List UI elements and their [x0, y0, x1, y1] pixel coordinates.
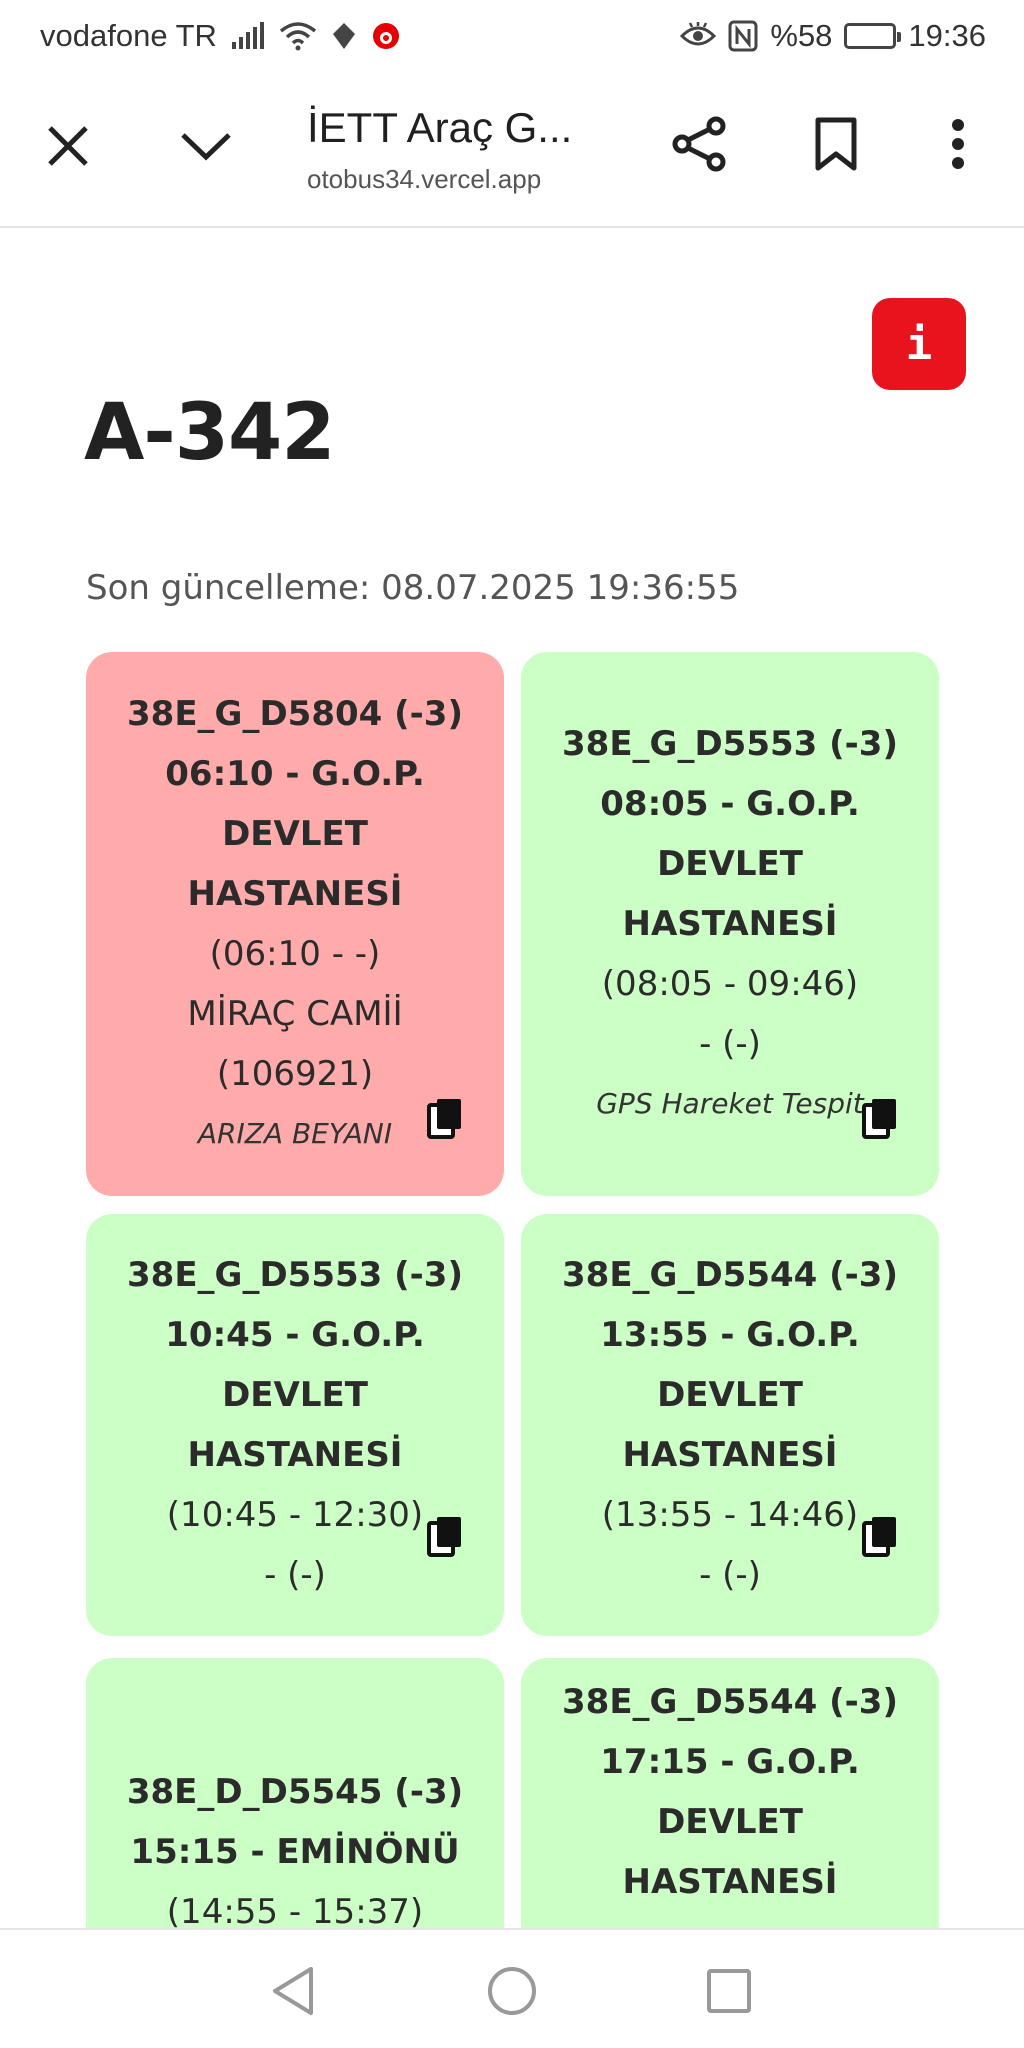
vodafone-icon	[371, 21, 401, 51]
trip-departure: 15:15 - EMİNÖNÜ	[130, 1832, 460, 1872]
copy-button[interactable]	[426, 1096, 466, 1140]
trip-destination: HASTANESİ	[622, 1862, 838, 1902]
more-vert-icon	[952, 119, 964, 169]
page-url[interactable]: otobus34.vercel.app	[307, 164, 541, 195]
trip-card: 38E_G_D5553 (-3) 10:45 - G.O.P. DEVLET H…	[86, 1214, 504, 1636]
copy-button[interactable]	[861, 1514, 901, 1558]
nav-home-button[interactable]	[477, 1956, 547, 2026]
trip-times: (06:10 - -)	[209, 934, 381, 974]
clock: 19:36	[908, 18, 986, 53]
last-update-text: Son güncelleme: 08.07.2025 19:36:55	[86, 568, 740, 608]
back-triangle-icon	[273, 1967, 313, 2015]
system-nav-bar	[0, 1928, 1024, 2048]
more-menu-button[interactable]	[938, 112, 978, 176]
home-circle-icon	[488, 1967, 536, 2015]
copy-icon	[862, 1517, 896, 1557]
chevron-down-icon	[181, 133, 231, 161]
data-saver-icon	[331, 21, 357, 51]
trip-departure: 08:05 - G.O.P.	[600, 784, 860, 824]
trip-card: 38E_G_D5544 (-3) 17:15 - G.O.P. DEVLET H…	[521, 1658, 939, 1928]
carrier-name: vodafone TR	[40, 18, 217, 53]
status-right: %58 19:36	[680, 18, 986, 54]
page-tab-title[interactable]: İETT Araç G...	[307, 104, 572, 152]
close-button[interactable]	[38, 116, 98, 176]
page-content: i A-342 Son güncelleme: 08.07.2025 19:36…	[0, 230, 1024, 1928]
trip-stop: - (-)	[699, 1024, 761, 1064]
nfc-icon	[728, 20, 758, 52]
trip-departure: 13:55 - G.O.P.	[600, 1315, 860, 1355]
status-bar: vodafone TR %58 19:36	[0, 0, 1024, 72]
battery-icon	[844, 23, 902, 49]
bookmark-icon	[815, 117, 857, 171]
trip-card: 38E_D_D5545 (-3) 15:15 - EMİNÖNÜ (14:55 …	[86, 1658, 504, 1928]
info-button[interactable]: i	[872, 298, 966, 390]
trip-code: 38E_G_D5553 (-3)	[127, 1255, 463, 1295]
close-icon	[48, 126, 88, 166]
trip-code: 38E_D_D5545 (-3)	[126, 1772, 464, 1812]
wifi-icon	[279, 21, 317, 51]
copy-icon	[862, 1099, 896, 1139]
page-title: A-342	[84, 388, 336, 478]
collapse-button[interactable]	[174, 116, 238, 176]
trip-times: (14:55 - 15:37)	[166, 1892, 424, 1928]
trip-destination: DEVLET	[657, 1375, 803, 1415]
trip-card: 38E_G_D5804 (-3) 06:10 - G.O.P. DEVLET H…	[86, 652, 504, 1196]
copy-icon	[427, 1517, 461, 1557]
nav-back-button[interactable]	[258, 1956, 328, 2026]
trip-destination: DEVLET	[657, 1802, 803, 1842]
trip-stop: - (-)	[699, 1555, 761, 1595]
trip-times: (10:45 - 12:30)	[166, 1495, 424, 1535]
share-button[interactable]	[668, 112, 732, 176]
share-icon	[672, 116, 726, 172]
trip-stop-code: (106921)	[216, 1054, 374, 1094]
trip-destination: HASTANESİ	[187, 874, 403, 914]
bookmark-button[interactable]	[804, 112, 868, 176]
trip-code: 38E_G_D5804 (-3)	[127, 694, 463, 734]
status-left: vodafone TR	[40, 18, 401, 54]
battery-percent: %58	[770, 18, 833, 53]
info-icon: i	[905, 318, 933, 370]
trip-departure: 10:45 - G.O.P.	[165, 1315, 425, 1355]
trip-destination: HASTANESİ	[622, 904, 838, 944]
copy-button[interactable]	[426, 1514, 466, 1558]
copy-icon	[427, 1099, 461, 1139]
trip-code: 38E_G_D5544 (-3)	[562, 1255, 898, 1295]
signal-icon	[231, 22, 265, 50]
browser-toolbar: İETT Araç G... otobus34.vercel.app	[0, 72, 1024, 228]
trip-destination: DEVLET	[222, 1375, 368, 1415]
trip-times: (08:05 - 09:46)	[601, 964, 859, 1004]
trip-destination: DEVLET	[657, 844, 803, 884]
trip-card: 38E_G_D5553 (-3) 08:05 - G.O.P. DEVLET H…	[521, 652, 939, 1196]
trip-times: (13:55 - 14:46)	[601, 1495, 859, 1535]
trip-destination: HASTANESİ	[187, 1435, 403, 1475]
trip-note: ARIZA BEYANI	[197, 1117, 393, 1150]
eye-comfort-icon	[680, 22, 717, 50]
trip-stop: MİRAÇ CAMİİ	[187, 994, 403, 1034]
trip-stop: - (-)	[264, 1555, 326, 1595]
trip-destination: DEVLET	[222, 814, 368, 854]
trip-departure: 06:10 - G.O.P.	[165, 754, 425, 794]
nav-recents-button[interactable]	[694, 1956, 764, 2026]
recents-square-icon	[707, 1969, 751, 2013]
trip-note: GPS Hareket Tespit	[596, 1087, 864, 1120]
trip-destination: HASTANESİ	[622, 1435, 838, 1475]
copy-button[interactable]	[861, 1096, 901, 1140]
trip-card: 38E_G_D5544 (-3) 13:55 - G.O.P. DEVLET H…	[521, 1214, 939, 1636]
trip-code: 38E_G_D5544 (-3)	[562, 1682, 898, 1722]
trip-code: 38E_G_D5553 (-3)	[562, 724, 898, 764]
trip-departure: 17:15 - G.O.P.	[600, 1742, 860, 1782]
